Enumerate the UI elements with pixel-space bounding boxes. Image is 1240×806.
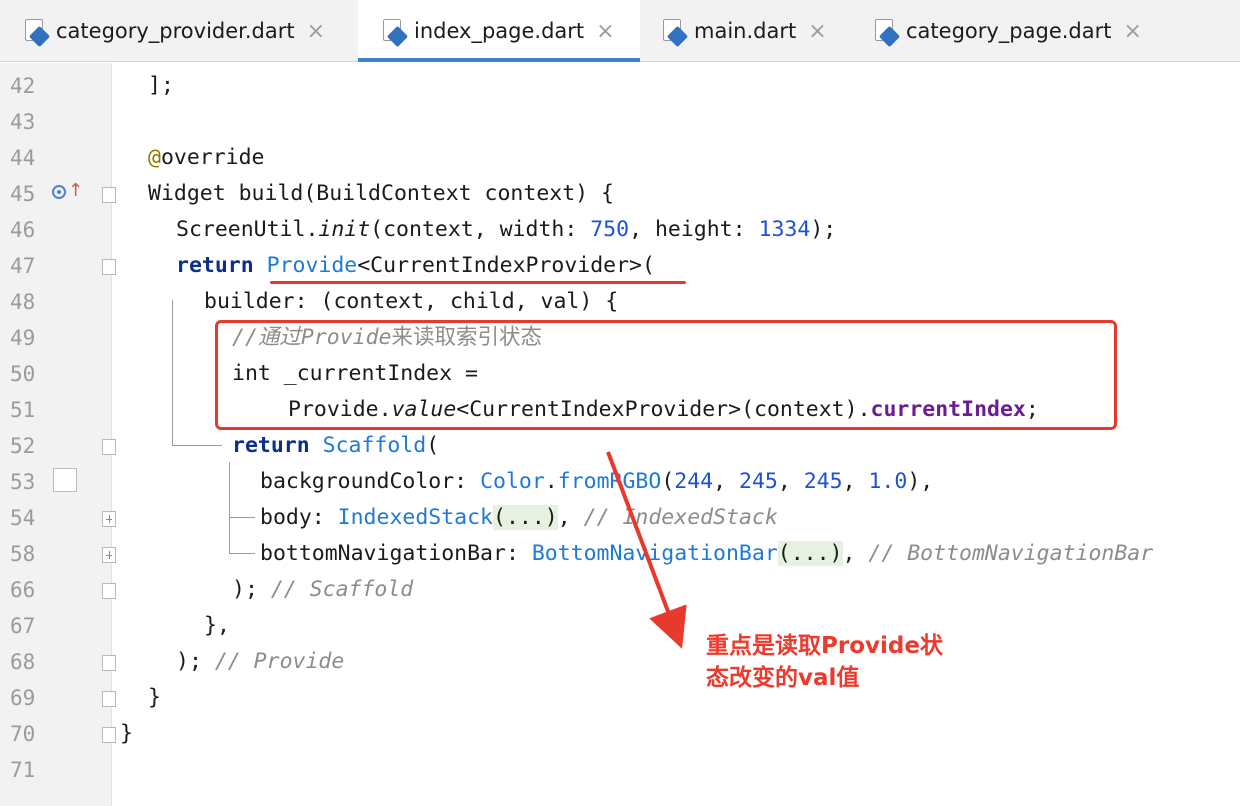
annotation-line: 重点是读取Provide状 <box>706 633 943 659</box>
annotation-arrow <box>606 451 687 649</box>
annotation-line: 态改变的val值 <box>706 665 860 691</box>
annotation-note: 重点是读取Provide状 态改变的val值 <box>706 630 1006 694</box>
